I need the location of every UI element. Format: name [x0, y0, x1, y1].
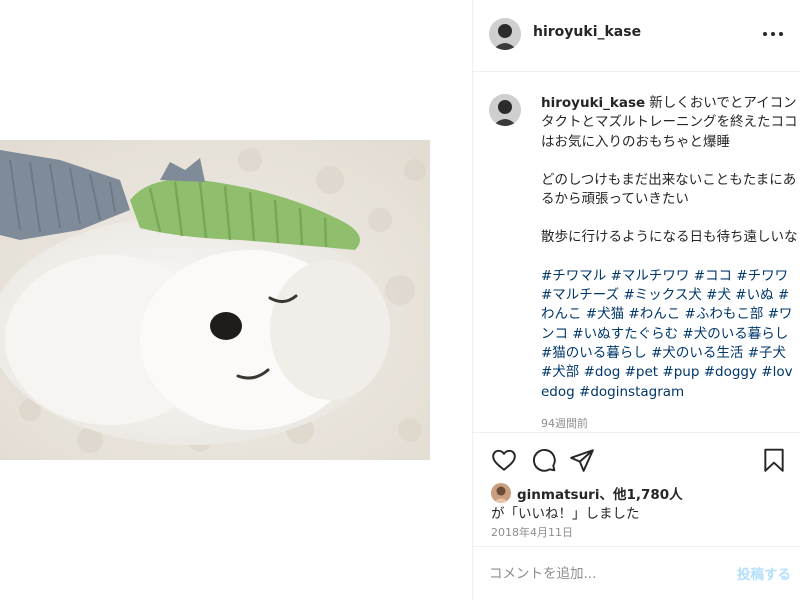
author-username[interactable]: hiroyuki_kase: [533, 24, 641, 40]
bookmark-icon: [764, 448, 784, 472]
post-date[interactable]: 2018年4月11日: [491, 524, 573, 540]
hashtag-link[interactable]: #doginstagram: [579, 384, 684, 400]
hashtag-link[interactable]: #いぬすたぐらむ: [572, 326, 678, 342]
caption-time-ago[interactable]: 94週間前: [541, 414, 799, 433]
post-side-panel: hiroyuki_kase hiroyuki_kase 新しくおいでとアイコンタク…: [472, 0, 800, 600]
post-header: hiroyuki_kase: [473, 0, 800, 72]
caption-area: hiroyuki_kase 新しくおいでとアイコンタクトとマズルトレーニングを終え…: [473, 72, 800, 432]
hashtag-link[interactable]: #犬のいる暮らし: [682, 326, 788, 342]
caption-line-2: どのしつけもまだ出来ないこともたまにあるから頑張っていきたい: [541, 171, 797, 208]
comment-button[interactable]: [531, 447, 557, 473]
post-photo[interactable]: [0, 140, 430, 460]
liker-username[interactable]: ginmatsuri: [517, 487, 599, 503]
hashtag-link[interactable]: #わんこ: [628, 306, 680, 322]
caption-line-3: 散歩に行けるようになる日も待ち遠しいな: [541, 229, 798, 246]
caption-username[interactable]: hiroyuki_kase: [541, 95, 645, 111]
hashtag-link[interactable]: #pet: [625, 364, 658, 380]
paper-plane-icon: [570, 449, 594, 472]
comment-bubble-icon: [533, 449, 556, 472]
liker-avatar[interactable]: [491, 483, 511, 503]
hashtag-link[interactable]: #猫のいる暮らし: [541, 345, 647, 361]
hashtag-link[interactable]: #犬部: [541, 364, 579, 380]
hashtag-link[interactable]: #犬: [706, 287, 731, 303]
hashtag-link[interactable]: #チワマル: [541, 268, 606, 284]
hashtag-list: #チワマル #マルチワワ #ココ #チワワ #マルチーズ #ミックス犬 #犬 #…: [541, 267, 799, 402]
comment-box: 投稿する: [473, 546, 800, 600]
hashtag-link[interactable]: #ふわもこ部: [685, 306, 764, 322]
post-comment-button[interactable]: 投稿する: [737, 563, 791, 583]
hashtag-link[interactable]: #ミックス犬: [623, 287, 701, 303]
caption-author-avatar[interactable]: [489, 94, 521, 126]
hashtag-link[interactable]: #マルチワワ: [611, 268, 690, 284]
hashtag-link[interactable]: #チワワ: [736, 268, 788, 284]
comment-input[interactable]: [489, 561, 709, 587]
likes-others-count[interactable]: 、他1,780人: [599, 487, 682, 503]
author-avatar[interactable]: [489, 18, 521, 50]
heart-icon: [492, 449, 516, 471]
like-button[interactable]: [491, 447, 517, 473]
hashtag-link[interactable]: #いぬ: [735, 287, 773, 303]
caption-text: hiroyuki_kase 新しくおいでとアイコンタクトとマズルトレーニングを終え…: [541, 94, 799, 433]
save-button[interactable]: [761, 447, 787, 473]
hashtag-link[interactable]: #doggy: [704, 364, 757, 380]
media-pane: [0, 0, 472, 600]
hashtag-link[interactable]: #犬のいる生活: [651, 345, 743, 361]
hashtag-link[interactable]: #pup: [662, 364, 699, 380]
dog-photo-image: [0, 140, 430, 460]
instagram-post-view: hiroyuki_kase hiroyuki_kase 新しくおいでとアイコンタク…: [0, 0, 800, 600]
more-horizontal-icon: [763, 32, 783, 36]
hashtag-link[interactable]: #子犬: [748, 345, 786, 361]
share-button[interactable]: [569, 447, 595, 473]
likes-suffix: が「いいね！」しました: [491, 506, 640, 522]
hashtag-link[interactable]: #マルチーズ: [541, 287, 619, 303]
more-options-button[interactable]: [759, 22, 787, 46]
hashtag-link[interactable]: #dog: [584, 364, 621, 380]
hashtag-link[interactable]: #ココ: [694, 268, 732, 284]
hashtag-link[interactable]: #犬猫: [586, 306, 624, 322]
likes-summary: ginmatsuri、他1,780人が「いいね！」しました: [491, 483, 791, 524]
